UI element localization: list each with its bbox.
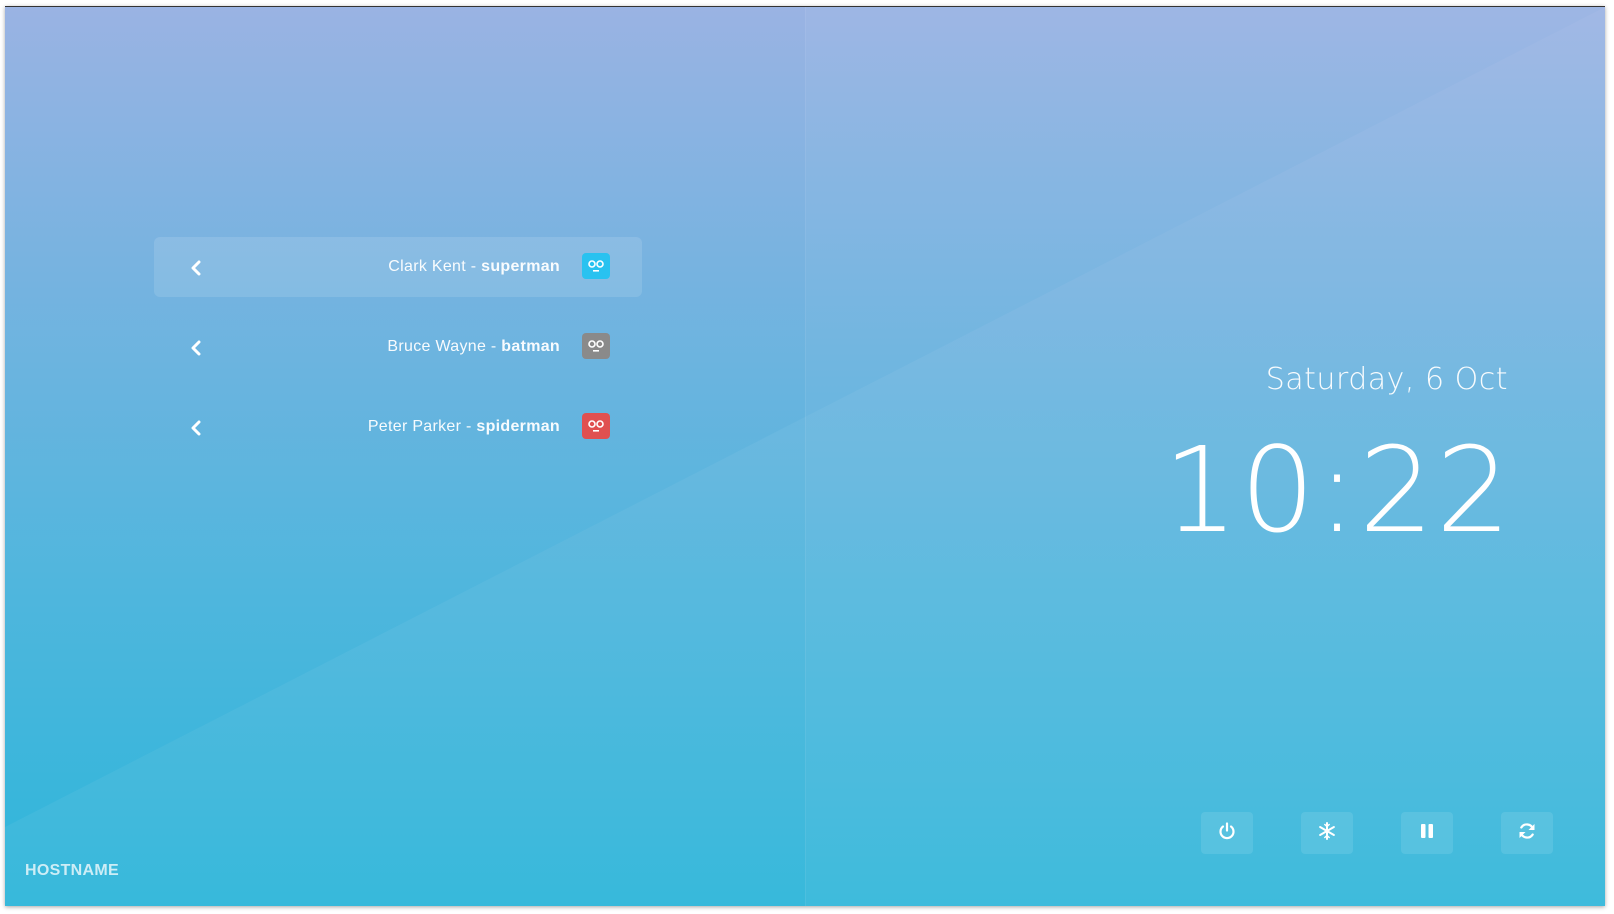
user-separator: - bbox=[461, 418, 477, 435]
hibernate-button[interactable] bbox=[1401, 812, 1453, 854]
user-label: Clark Kent - superman bbox=[388, 237, 560, 297]
chevron-left-icon[interactable] bbox=[184, 256, 208, 280]
login-screen: Clark Kent - superman Bruce Wayne - batm… bbox=[5, 6, 1605, 906]
snowflake-icon bbox=[1317, 821, 1337, 845]
robot-face-icon bbox=[582, 333, 610, 359]
user-item-superman[interactable]: Clark Kent - superman bbox=[154, 237, 642, 297]
user-fullname: Bruce Wayne bbox=[387, 338, 487, 355]
refresh-icon bbox=[1517, 821, 1537, 845]
user-username: superman bbox=[481, 258, 560, 275]
user-separator: - bbox=[486, 338, 502, 355]
user-label: Peter Parker - spiderman bbox=[368, 397, 560, 457]
chevron-left-icon[interactable] bbox=[184, 416, 208, 440]
chevron-left-icon[interactable] bbox=[184, 336, 208, 360]
hostname-label: HOSTNAME bbox=[25, 862, 119, 879]
power-buttons bbox=[1201, 812, 1553, 854]
suspend-button[interactable] bbox=[1301, 812, 1353, 854]
date-display: Saturday, 6 Oct bbox=[1265, 362, 1508, 397]
shutdown-button[interactable] bbox=[1201, 812, 1253, 854]
user-fullname: Peter Parker bbox=[367, 418, 462, 435]
robot-face-icon bbox=[582, 413, 610, 439]
user-fullname: Clark Kent bbox=[388, 258, 466, 275]
user-panel: Clark Kent - superman Bruce Wayne - batm… bbox=[5, 7, 806, 906]
user-username: batman bbox=[501, 338, 560, 355]
power-icon bbox=[1217, 821, 1237, 845]
user-item-spiderman[interactable]: Peter Parker - spiderman bbox=[154, 397, 642, 457]
restart-button[interactable] bbox=[1501, 812, 1553, 854]
robot-face-icon bbox=[582, 253, 610, 279]
user-username: spiderman bbox=[476, 418, 560, 435]
user-item-batman[interactable]: Bruce Wayne - batman bbox=[154, 317, 642, 377]
user-label: Bruce Wayne - batman bbox=[387, 317, 560, 377]
pause-icon bbox=[1418, 822, 1436, 844]
time-display: 10:22 bbox=[1162, 421, 1513, 559]
clock-panel: Saturday, 6 Oct 10:22 bbox=[805, 7, 1605, 906]
user-list: Clark Kent - superman Bruce Wayne - batm… bbox=[154, 237, 642, 477]
user-separator: - bbox=[466, 258, 482, 275]
